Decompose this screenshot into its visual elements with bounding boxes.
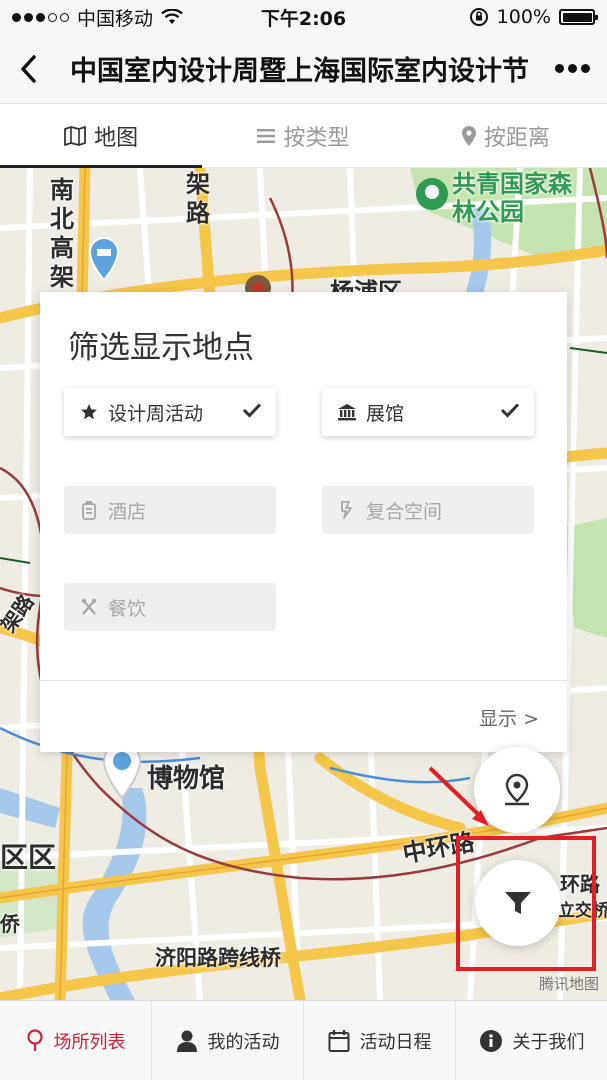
map-label-bridge: 济阳路跨线桥 xyxy=(155,946,281,970)
nav-bar: 中国室内设计周暨上海国际室内设计节 xyxy=(0,34,607,104)
location-pin-icon xyxy=(26,1028,43,1051)
option-label: 复合空间 xyxy=(366,500,443,523)
park-marker-icon xyxy=(416,178,448,210)
back-button[interactable] xyxy=(0,34,56,104)
map-label-road: 南北高架 xyxy=(50,176,74,291)
hotel-icon xyxy=(78,499,100,521)
view-tabs: 地图 按类型 按距离 xyxy=(0,104,607,168)
calendar-icon xyxy=(328,1029,349,1052)
filter-option-venues[interactable]: 展馆 xyxy=(322,388,534,436)
status-left: 中国移动 xyxy=(12,4,183,31)
tab-label: 按距离 xyxy=(483,125,550,151)
museum-icon xyxy=(336,401,358,423)
bottom-tab-venue-list[interactable]: 场所列表 xyxy=(0,1001,152,1080)
user-icon xyxy=(176,1030,197,1052)
list-icon xyxy=(257,128,276,143)
space-icon xyxy=(336,499,358,521)
status-right: 100% xyxy=(469,6,598,28)
tab-by-distance[interactable]: 按距离 xyxy=(405,104,607,167)
bottom-tab-label: 关于我们 xyxy=(512,1031,585,1053)
battery-icon xyxy=(559,9,598,25)
utensils-icon xyxy=(78,596,100,618)
bottom-tab-my-events[interactable]: 我的活动 xyxy=(152,1001,304,1080)
tab-by-type[interactable]: 按类型 xyxy=(202,104,404,167)
orientation-lock-icon xyxy=(469,8,488,26)
status-bar: 中国移动 下午2:06 100% xyxy=(0,0,607,34)
map-icon xyxy=(64,125,87,146)
tab-label: 地图 xyxy=(94,125,139,151)
panel-title: 筛选显示地点 xyxy=(68,330,254,366)
bottom-tab-label: 活动日程 xyxy=(359,1031,432,1053)
option-label: 展馆 xyxy=(366,402,405,425)
battery-percent: 100% xyxy=(496,6,551,28)
star-icon xyxy=(78,401,100,423)
chevron-left-icon xyxy=(21,54,36,83)
more-button[interactable] xyxy=(537,34,607,104)
bottom-tab-about[interactable]: 关于我们 xyxy=(456,1001,607,1080)
option-label: 餐饮 xyxy=(108,597,147,620)
location-pin-icon xyxy=(505,773,529,806)
bottom-tab-label: 场所列表 xyxy=(53,1031,126,1053)
map-label-museum: 博物馆 xyxy=(147,764,226,794)
annotation-arrow xyxy=(428,766,489,826)
page-title: 中国室内设计周暨上海国际室内设计节 xyxy=(70,56,529,87)
more-dot xyxy=(580,64,590,73)
map-label-park: 共青国家森林公园 xyxy=(452,170,572,226)
option-label: 酒店 xyxy=(108,500,147,523)
location-pin-icon xyxy=(461,125,476,146)
highlight-box xyxy=(456,836,596,971)
map-label-district: 区区 xyxy=(0,841,57,874)
panel-divider xyxy=(40,680,567,681)
map-label-road: 侨 xyxy=(0,912,20,936)
wifi-icon xyxy=(161,9,183,24)
filter-option-dining[interactable]: 餐饮 xyxy=(64,583,276,631)
filter-option-hotels[interactable]: 酒店 xyxy=(64,486,276,534)
filter-panel: 筛选显示地点 设计周活动 展馆 酒店 复合空间 餐饮 显示 > xyxy=(40,292,567,752)
option-label: 设计周活动 xyxy=(108,402,204,425)
more-dot xyxy=(567,64,577,73)
more-dot xyxy=(554,64,564,73)
map-watermark: 腾讯地图 xyxy=(538,975,599,993)
museum-marker-icon xyxy=(88,236,120,282)
carrier-name: 中国移动 xyxy=(77,7,154,30)
info-icon xyxy=(479,1029,502,1052)
tab-map[interactable]: 地图 xyxy=(0,104,203,168)
bottom-tab-schedule[interactable]: 活动日程 xyxy=(304,1001,456,1080)
filter-option-design-week-events[interactable]: 设计周活动 xyxy=(64,388,276,436)
signal-icon xyxy=(12,12,69,22)
filter-option-mixed-spaces[interactable]: 复合空间 xyxy=(322,486,534,534)
checkmark-icon xyxy=(242,401,262,423)
bottom-bar: 场所列表 我的活动 活动日程 关于我们 xyxy=(0,1000,607,1080)
tab-label: 按类型 xyxy=(283,125,350,151)
bottom-tab-label: 我的活动 xyxy=(207,1031,280,1053)
show-button[interactable]: 显示 > xyxy=(479,704,539,731)
checkmark-icon xyxy=(500,401,520,423)
map-label-road: 架路 xyxy=(186,170,210,227)
